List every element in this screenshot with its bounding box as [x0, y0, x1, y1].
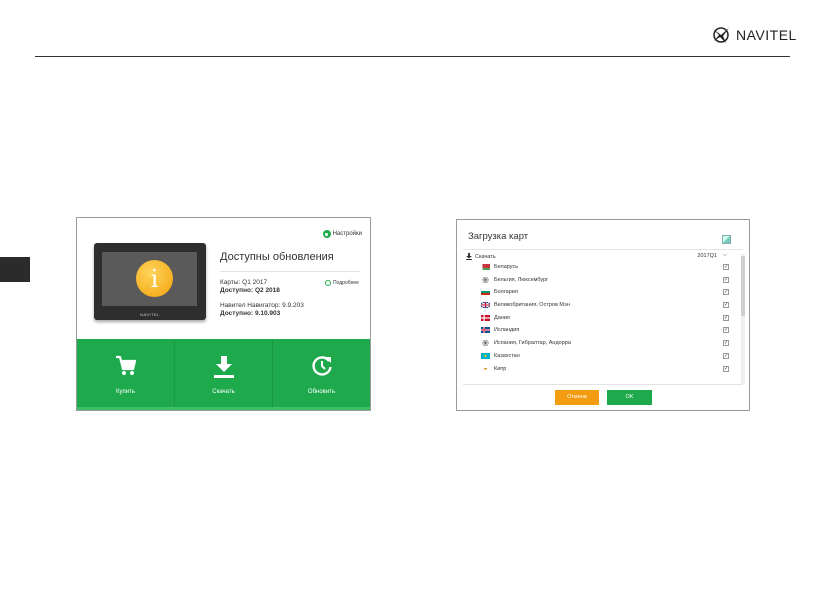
footer-divider: [463, 384, 743, 385]
country-name: Исландия: [494, 327, 520, 334]
device-screen: i: [102, 252, 197, 306]
list-scrollbar[interactable]: [741, 254, 745, 384]
cart-icon: [115, 355, 136, 375]
header-divider: [35, 56, 790, 57]
device-brand: NAVITEL: [140, 312, 160, 317]
country-item[interactable]: Бельгия, Люксембург ✓: [481, 275, 729, 288]
flag-iceland-icon: [481, 327, 490, 334]
download-icon: [213, 356, 234, 378]
flag-belarus-icon: [481, 264, 490, 270]
refresh-icon: [311, 356, 332, 376]
country-name: Беларусь: [494, 264, 519, 270]
settings-label: Настройки: [332, 231, 362, 237]
scrollbar-thumb[interactable]: [741, 256, 745, 316]
country-name: Великобритания, Остров Мэн: [494, 302, 570, 309]
download-all-button[interactable]: Скачать: [466, 253, 496, 260]
country-name: Болгария: [494, 289, 518, 296]
flag-uk-icon: [481, 302, 490, 309]
title-divider: [463, 249, 743, 250]
details-link[interactable]: Подробнее: [325, 280, 359, 286]
country-item[interactable]: Казахстан ✓: [481, 351, 729, 364]
updates-window: Настройки i NAVITEL Доступны обновления …: [76, 217, 371, 411]
flag-cyprus-icon: [481, 365, 490, 372]
buy-button[interactable]: Купить: [77, 339, 174, 409]
country-item[interactable]: Кипр ✓: [481, 364, 729, 377]
country-checkbox[interactable]: ✓: [723, 289, 729, 296]
settings-link[interactable]: Настройки: [322, 230, 362, 238]
updates-title: Доступны обновления: [220, 251, 334, 263]
country-item[interactable]: Исландия ✓: [481, 325, 729, 338]
navigator-version-info: Навител Навигатор: 9.9.203 Доступно: 9.1…: [220, 302, 304, 318]
update-label: Обновить: [307, 389, 336, 395]
maps-current: Карты: Q1 2017: [220, 279, 268, 286]
download-label: Скачать: [475, 253, 496, 260]
side-tab-marker: [0, 257, 30, 282]
country-item[interactable]: Дания ✓: [481, 313, 729, 326]
update-button[interactable]: Обновить: [272, 339, 370, 409]
country-checkbox[interactable]: ✓: [723, 276, 729, 283]
maps-toolbar: Скачать 2017Q1 ⌵: [466, 252, 727, 262]
download-button[interactable]: Скачать: [174, 339, 272, 409]
flag-bulgaria-icon: [481, 289, 490, 296]
country-item[interactable]: Великобритания, Остров Мэн ✓: [481, 300, 729, 313]
maps-window-title: Загрузка карт: [468, 231, 529, 242]
globe-icon: [482, 276, 489, 283]
action-bar: Купить Скачать Обновить: [77, 339, 370, 409]
navigator-current: Навител Навигатор: 9.9.203: [220, 302, 304, 309]
country-list: Беларусь ✓ Бельгия, Люксембург ✓ Болгари…: [481, 262, 729, 376]
info-icon: i: [136, 260, 173, 297]
download-label: Скачать: [212, 389, 235, 395]
country-checkbox[interactable]: ✓: [723, 365, 729, 372]
ok-button[interactable]: OK: [607, 390, 652, 405]
navitel-logo: NAVITEL: [710, 24, 797, 46]
country-name: Бельгия, Люксембург: [494, 276, 549, 283]
action-bar-strip: [77, 407, 370, 410]
brand-name: NAVITEL: [736, 27, 797, 43]
country-name: Дания: [494, 314, 510, 321]
country-name: Кипр: [494, 365, 507, 372]
navitel-logo-icon: [713, 27, 729, 43]
maps-download-window: Загрузка карт Скачать 2017Q1 ⌵ Беларусь …: [456, 219, 750, 411]
globe-icon: [482, 340, 489, 347]
country-checkbox[interactable]: ✓: [723, 314, 729, 321]
maps-version-info: Карты: Q1 2017 Доступно: Q2 2018: [220, 279, 280, 295]
country-checkbox[interactable]: ✓: [723, 302, 729, 309]
maps-available: Доступно: Q2 2018: [220, 287, 280, 294]
download-icon: [466, 253, 472, 260]
country-checkbox[interactable]: ✓: [723, 327, 729, 334]
cancel-button[interactable]: Отмена: [555, 390, 599, 405]
maps-version: 2017Q1: [697, 253, 717, 259]
chevron-down-icon[interactable]: ⌵: [722, 252, 727, 259]
flag-denmark-icon: [481, 314, 490, 321]
flag-kazakhstan-icon: [481, 352, 490, 359]
navigator-available: Доступно: 9.10.903: [220, 310, 281, 317]
country-name: Казахстан: [494, 352, 520, 359]
title-divider: [220, 271, 360, 272]
map-view-icon[interactable]: [722, 235, 731, 244]
country-checkbox[interactable]: ✓: [723, 352, 729, 359]
country-checkbox[interactable]: ✓: [723, 264, 729, 270]
country-item[interactable]: Болгария ✓: [481, 287, 729, 300]
country-item[interactable]: Испания, Гибралтар, Андорра ✓: [481, 338, 729, 351]
gear-icon: [322, 230, 331, 238]
buy-label: Купить: [116, 389, 135, 395]
details-icon: [325, 280, 331, 286]
country-item[interactable]: Беларусь ✓: [481, 262, 729, 275]
country-checkbox[interactable]: ✓: [723, 340, 729, 347]
country-name: Испания, Гибралтар, Андорра: [494, 340, 571, 347]
navigator-device-image: i NAVITEL: [94, 243, 206, 320]
details-label: Подробнее: [333, 280, 359, 286]
